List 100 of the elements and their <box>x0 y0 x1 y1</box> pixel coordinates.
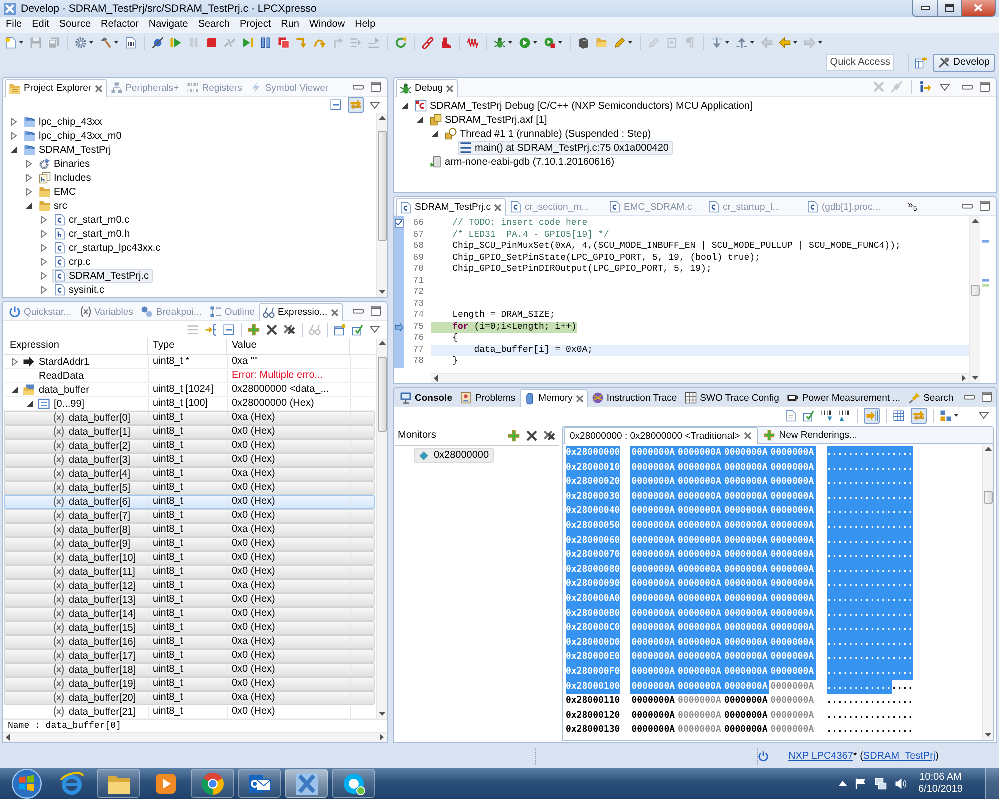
caret-icon[interactable] <box>558 41 563 44</box>
menu-item[interactable]: Help <box>350 17 381 33</box>
table-row[interactable]: data_buffer[19] uint8_t 0x0 (Hex) <box>4 677 375 691</box>
tree-item[interactable]: lpc_chip_43xx_m0 <box>22 129 126 143</box>
binary-file-icon[interactable] <box>125 36 137 48</box>
remove-icon[interactable] <box>266 324 278 336</box>
minimize-icon[interactable] <box>353 84 364 90</box>
play-circle-icon[interactable] <box>519 36 531 48</box>
menu-item[interactable]: Window <box>304 17 350 33</box>
tree-item[interactable]: main() at SDRAM_TestPrj.c:75 0x1a000420 <box>458 141 673 155</box>
table-row[interactable]: data_buffer uint8_t [1024] 0x28000000 <data_... <box>4 383 375 397</box>
menu-item[interactable]: Run <box>276 17 304 33</box>
caret-icon[interactable] <box>725 41 730 44</box>
minimize-icon[interactable] <box>353 308 364 314</box>
menu-item[interactable]: Navigate <box>144 17 194 33</box>
vertical-scrollbar[interactable] <box>982 444 993 740</box>
show-desktop-button[interactable] <box>985 768 999 799</box>
caret-right-icon[interactable] <box>40 286 48 294</box>
link[interactable]: SDRAM_TestPrj <box>863 751 936 762</box>
maximize-icon[interactable] <box>371 306 381 316</box>
view-menu-icon[interactable] <box>940 84 950 90</box>
table-row[interactable]: data_buffer[0] uint8_t 0xa (Hex) <box>4 411 375 425</box>
tab[interactable]: Debug <box>396 79 458 97</box>
table-row[interactable]: data_buffer[14] uint8_t 0x0 (Hex) <box>4 607 375 621</box>
check-mark-icon[interactable] <box>352 324 364 336</box>
caret-right-icon[interactable] <box>11 358 19 366</box>
network-icon[interactable] <box>874 778 886 790</box>
tab[interactable]: Console <box>396 389 456 406</box>
clock-time[interactable]: 10:06 AM <box>920 772 962 784</box>
play-circle-badge-icon[interactable] <box>544 36 556 48</box>
new-page-icon[interactable] <box>785 410 797 422</box>
tree-item[interactable]: Thread #1 1 (runnable) (Suspended : Step) <box>443 127 656 141</box>
close-icon[interactable] <box>744 432 752 440</box>
close-icon[interactable] <box>446 84 454 92</box>
scroll-thumb[interactable] <box>378 357 386 432</box>
table-grid-icon[interactable] <box>893 410 905 422</box>
scroll-thumb[interactable] <box>984 491 992 504</box>
up-arrow-icon[interactable] <box>838 781 846 786</box>
table-row[interactable]: data_buffer[20] uint8_t 0xa (Hex) <box>4 691 375 705</box>
chain-link-icon[interactable] <box>422 36 434 48</box>
caret-right-icon[interactable] <box>25 188 33 196</box>
caret-icon[interactable] <box>793 41 798 44</box>
tree-item[interactable]: EMC <box>37 185 80 199</box>
caret-down-icon[interactable] <box>11 386 19 394</box>
close-icon[interactable] <box>576 394 584 402</box>
caret-right-icon[interactable] <box>40 244 48 252</box>
tree-item[interactable]: cr_start_m0.c <box>52 213 134 227</box>
caret-right-icon[interactable] <box>40 230 48 238</box>
horizontal-scrollbar[interactable] <box>3 732 387 742</box>
tree-item[interactable]: src <box>37 199 72 213</box>
close-button[interactable] <box>962 0 996 17</box>
more-tabs-button[interactable]: »$_{5}$ <box>902 200 918 212</box>
table-row[interactable]: data_buffer[12] uint8_t 0xa (Hex) <box>4 579 375 593</box>
tab[interactable]: Memory <box>520 389 588 407</box>
tree-item[interactable]: sysinit.c <box>52 283 109 297</box>
tab[interactable]: Search <box>904 389 958 406</box>
check-mark-icon[interactable] <box>803 410 815 422</box>
menu-item[interactable]: Refactor <box>96 17 144 33</box>
maximize-icon[interactable] <box>980 201 990 211</box>
table-row[interactable]: StardAddr1 uint8_t * 0xa "" <box>4 355 375 369</box>
table-row[interactable]: data_buffer[16] uint8_t 0xa (Hex) <box>4 635 375 649</box>
quick-access-field[interactable]: Quick Access <box>826 54 894 71</box>
table-row[interactable]: data_buffer[9] uint8_t 0x0 (Hex) <box>4 537 375 551</box>
minimize-icon[interactable] <box>962 204 973 208</box>
book-icon[interactable] <box>578 36 590 48</box>
tree-item[interactable]: SDRAM_TestPrj Debug [C/C++ (NXP Semiconductors) MCU Application] <box>413 99 757 113</box>
vertical-scrollbar[interactable] <box>969 216 980 383</box>
tree-item[interactable]: cr_startup_lpc43xx.c <box>52 241 165 255</box>
remove-icon[interactable] <box>526 430 538 442</box>
scroll-up-icon[interactable] <box>378 341 386 345</box>
caret-down-icon[interactable] <box>431 130 439 138</box>
table-row[interactable]: data_buffer[7] uint8_t 0x0 (Hex) <box>4 509 375 523</box>
tab[interactable]: 0x28000000 : 0x28000000 <Traditional> <box>564 427 758 444</box>
caret-right-icon[interactable] <box>25 160 33 168</box>
caret-down-icon[interactable] <box>401 102 409 110</box>
plus-icon[interactable] <box>508 430 520 442</box>
caret-right-icon[interactable] <box>25 174 33 182</box>
table-row[interactable]: data_buffer[15] uint8_t 0x0 (Hex) <box>4 621 375 635</box>
scroll-down-icon[interactable] <box>378 712 386 716</box>
tree-item[interactable]: lpc_chip_43xx <box>22 115 106 129</box>
scroll-down-icon[interactable] <box>378 290 386 294</box>
tree-item[interactable]: crp.c <box>52 255 95 269</box>
caret-icon[interactable] <box>114 41 119 44</box>
tab[interactable]: Instruction Trace <box>588 389 682 406</box>
scroll-down-icon[interactable] <box>972 376 978 380</box>
view-menu-icon[interactable] <box>370 326 380 333</box>
bug-icon[interactable] <box>494 36 506 48</box>
window-plus-icon[interactable] <box>915 56 928 68</box>
scroll-thumb[interactable] <box>970 285 980 296</box>
taskbar-button[interactable] <box>97 769 140 798</box>
scroll-up-icon[interactable] <box>984 447 992 451</box>
table-row[interactable]: data_buffer[21] uint8_t 0x0 (Hex) <box>4 705 375 719</box>
table-row[interactable]: ReadData Error: Multiple erro... <box>4 369 375 383</box>
caret-icon[interactable] <box>533 41 538 44</box>
maximize-icon[interactable] <box>980 82 990 92</box>
menu-item[interactable]: Edit <box>27 17 54 33</box>
table-row[interactable]: data_buffer[10] uint8_t 0x0 (Hex) <box>4 551 375 565</box>
squares-icon[interactable] <box>940 410 952 422</box>
view-menu-icon[interactable] <box>979 412 989 419</box>
caret-down-icon[interactable] <box>25 202 33 210</box>
